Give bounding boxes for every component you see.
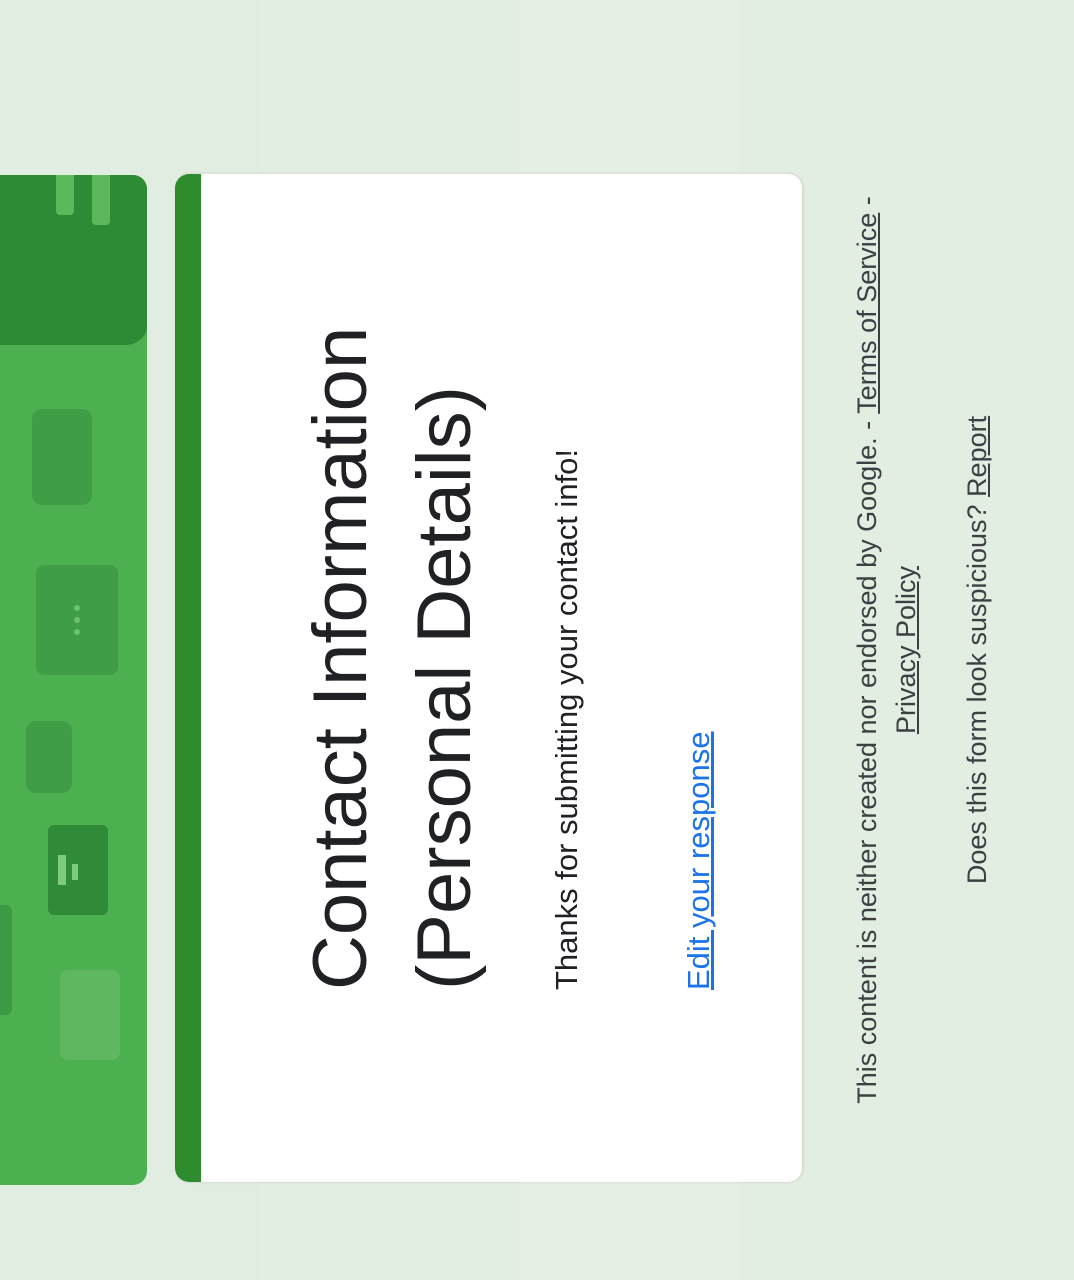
form-confirmation-card: Contact Information (Personal Details) T… [175,174,802,1182]
bar-chart-icon [56,175,74,215]
banner-shape [0,905,12,1015]
rotated-page: Contact Information (Personal Details) T… [0,0,1074,1280]
separator: - [852,196,882,213]
report-link[interactable]: Report [962,416,992,497]
header-banner-image [0,175,147,1185]
bar-chart-icon [92,175,110,225]
disclaimer-text: This content is neither created nor endo… [852,413,882,1104]
terms-of-service-link[interactable]: Terms of Service [852,213,882,414]
video-camera-lens-icon [36,415,88,445]
suspicious-text: Does this form look suspicious? [962,496,992,885]
form-title: Contact Information (Personal Details) [298,326,487,990]
privacy-policy-link[interactable]: Privacy Policy [891,566,921,734]
document-line [58,855,66,885]
video-camera-lens-icon [26,727,70,753]
edit-response-link[interactable]: Edit your response [681,732,717,990]
document-icon [48,825,108,915]
footer-disclaimer: This content is neither created nor endo… [848,170,926,1130]
chat-bubble-icon [36,565,118,675]
footer-report: Does this form look suspicious? Report [962,170,993,1130]
banner-shape [60,970,120,1060]
card-accent-bar [175,174,201,1182]
confirmation-message: Thanks for submitting your contact info! [549,448,584,990]
document-line [72,864,78,880]
